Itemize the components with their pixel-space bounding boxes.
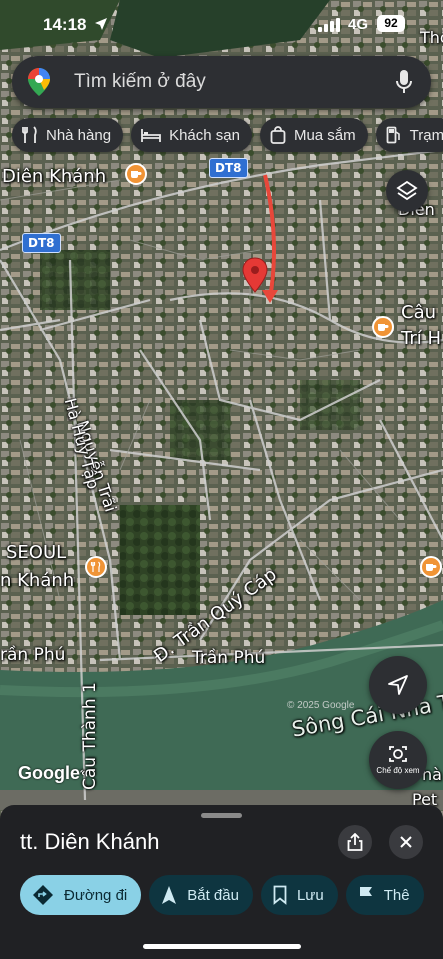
chip-shopping[interactable]: Mua sắm xyxy=(259,118,368,152)
chip-hotels[interactable]: Khách sạn xyxy=(131,118,252,152)
close-button[interactable] xyxy=(389,825,423,859)
road-shield-dt8: DT8 xyxy=(209,158,248,178)
my-location-button[interactable] xyxy=(369,656,427,714)
start-button[interactable]: Bắt đầu xyxy=(149,875,253,915)
close-icon xyxy=(400,836,412,848)
navigation-arrow-icon xyxy=(388,675,408,695)
google-logo: Google xyxy=(18,763,80,783)
street-label-tran-phu-left: rần Phú xyxy=(0,645,66,665)
action-buttons: Đường đi Bắt đầu Lưu Thê xyxy=(20,875,443,917)
chip-label: Khách sạn xyxy=(169,126,240,144)
road-shield-dt8: DT8 xyxy=(22,233,61,253)
street-label-tran-phu: Trần Phú xyxy=(192,648,266,668)
chip-gas-stations[interactable]: Trạm xyxy=(375,118,443,152)
search-input[interactable]: Tìm kiếm ở đây xyxy=(74,71,206,93)
battery-indicator: 92 xyxy=(377,15,405,32)
street-view-button[interactable] xyxy=(369,731,427,789)
status-bar: 14:18 4G 92 xyxy=(0,0,443,52)
place-label-seoul[interactable]: SEOUL xyxy=(6,542,66,563)
gas-station-icon xyxy=(386,126,400,144)
cafe-poi-icon[interactable] xyxy=(372,316,394,338)
shopping-bag-icon xyxy=(270,126,286,144)
directions-icon xyxy=(33,885,53,905)
share-icon xyxy=(347,833,363,851)
location-arrow-icon xyxy=(95,18,107,30)
google-maps-pin-icon xyxy=(28,68,50,96)
chip-label: Mua sắm xyxy=(293,126,356,144)
save-button[interactable]: Lưu xyxy=(260,875,338,915)
action-label: Bắt đầu xyxy=(187,886,239,904)
network-type: 4G xyxy=(348,16,369,33)
chip-restaurants[interactable]: Nhà hàng xyxy=(12,118,124,152)
microphone-icon[interactable] xyxy=(395,69,413,95)
status-time: 14:18 xyxy=(43,15,87,34)
search-bar[interactable]: Tìm kiếm ở đây xyxy=(12,56,431,108)
cellular-signal-icon xyxy=(318,18,340,32)
place-label-dien-khanh[interactable]: Diên Khánh xyxy=(2,166,106,187)
street-view-icon xyxy=(389,746,407,762)
category-chips: Nhà hàng Khách sạn Mua sắm Trạm xyxy=(12,118,443,154)
place-label-cau[interactable]: Câu xyxy=(401,302,436,323)
home-indicator[interactable] xyxy=(143,944,301,949)
action-label: Thê xyxy=(383,886,410,904)
flag-icon xyxy=(359,887,372,904)
add-label-button[interactable]: Thê xyxy=(345,875,424,915)
restaurant-poi-icon[interactable] xyxy=(85,556,107,578)
directions-button[interactable]: Đường đi xyxy=(20,875,142,915)
place-label-tri-h[interactable]: Trí H xyxy=(401,328,441,349)
share-button[interactable] xyxy=(338,825,372,859)
cafe-poi-icon[interactable] xyxy=(125,163,147,185)
drag-handle[interactable] xyxy=(201,813,242,818)
fork-knife-icon xyxy=(22,126,37,143)
action-label: Lưu xyxy=(296,886,324,904)
place-label-khanh[interactable]: n Khánh xyxy=(0,570,74,591)
place-title: tt. Diên Khánh xyxy=(20,829,160,854)
chip-label: Trạm xyxy=(409,126,443,144)
navigation-arrow-icon xyxy=(162,886,177,904)
place-bottom-sheet[interactable]: tt. Diên Khánh Đường đi Bắt đầu Lưu Thê xyxy=(0,805,443,959)
bed-icon xyxy=(141,129,161,142)
layers-button[interactable] xyxy=(386,170,428,212)
action-label: Đường đi xyxy=(64,886,128,904)
map-copyright: © 2025 Google xyxy=(287,700,355,711)
street-view-label: Chế độ xem xyxy=(376,766,420,775)
layers-icon xyxy=(396,180,418,201)
chip-label: Nhà hàng xyxy=(46,126,112,144)
cafe-poi-icon[interactable] xyxy=(420,556,442,578)
bridge-label-cau-thanh: Cầu Thành 1 xyxy=(80,682,100,790)
bookmark-icon xyxy=(273,885,287,905)
